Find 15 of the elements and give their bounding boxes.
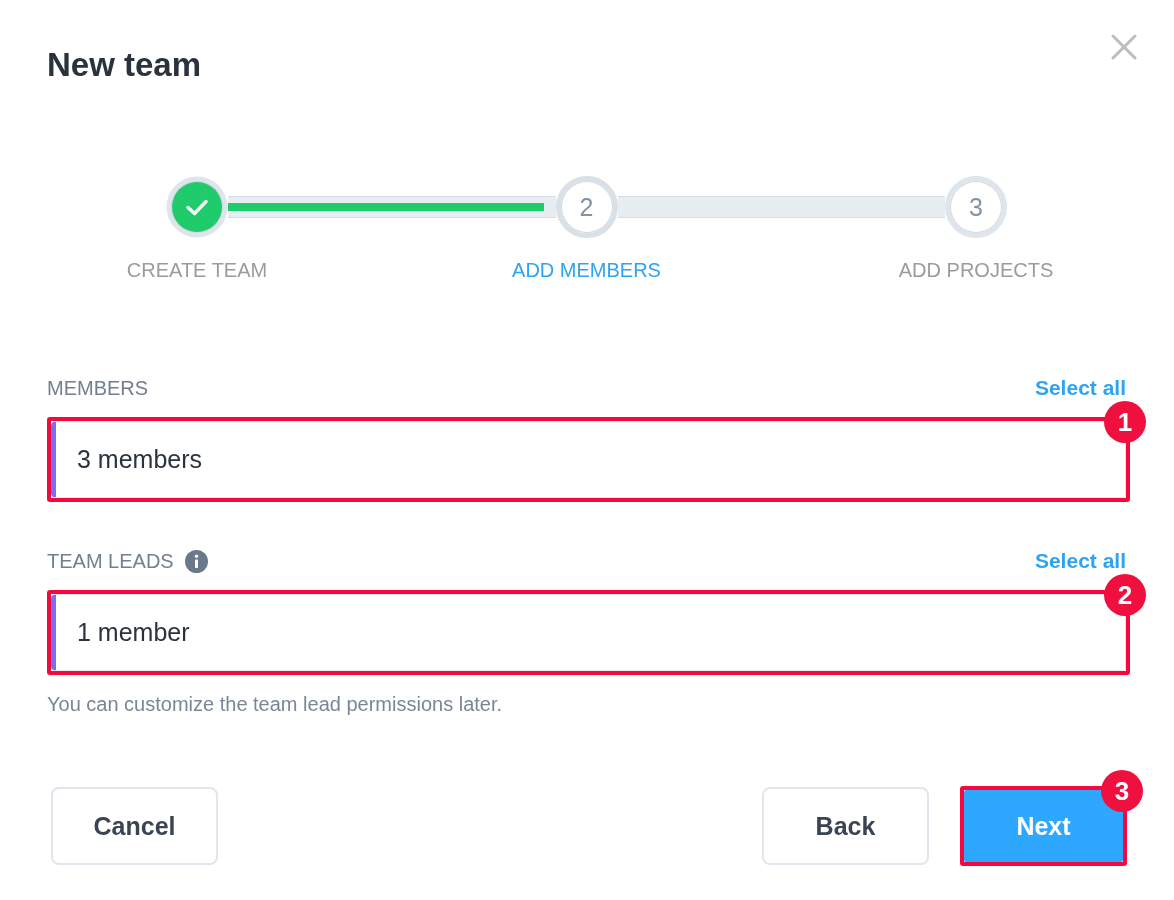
step-label: CREATE TEAM — [126, 258, 268, 282]
callout-badge: 2 — [1104, 574, 1146, 616]
callout-badge: 3 — [1101, 770, 1143, 812]
field-label: MEMBERS — [47, 376, 149, 400]
field-hint: You can customize the team lead permissions later. — [47, 692, 504, 716]
info-icon[interactable] — [184, 549, 208, 573]
step-number: 3 — [945, 176, 1007, 238]
dialog-title: New team — [47, 45, 202, 85]
field-label: TEAM LEADS — [47, 549, 174, 573]
step-label: ADD PROJECTS — [898, 258, 1054, 282]
step-label: ADD MEMBERS — [512, 258, 661, 282]
secondary-button[interactable]: Cancel — [51, 787, 218, 865]
callout-badge: 1 — [1104, 401, 1146, 443]
secondary-button[interactable]: Back — [762, 787, 929, 865]
step-number: 2 — [555, 176, 618, 238]
